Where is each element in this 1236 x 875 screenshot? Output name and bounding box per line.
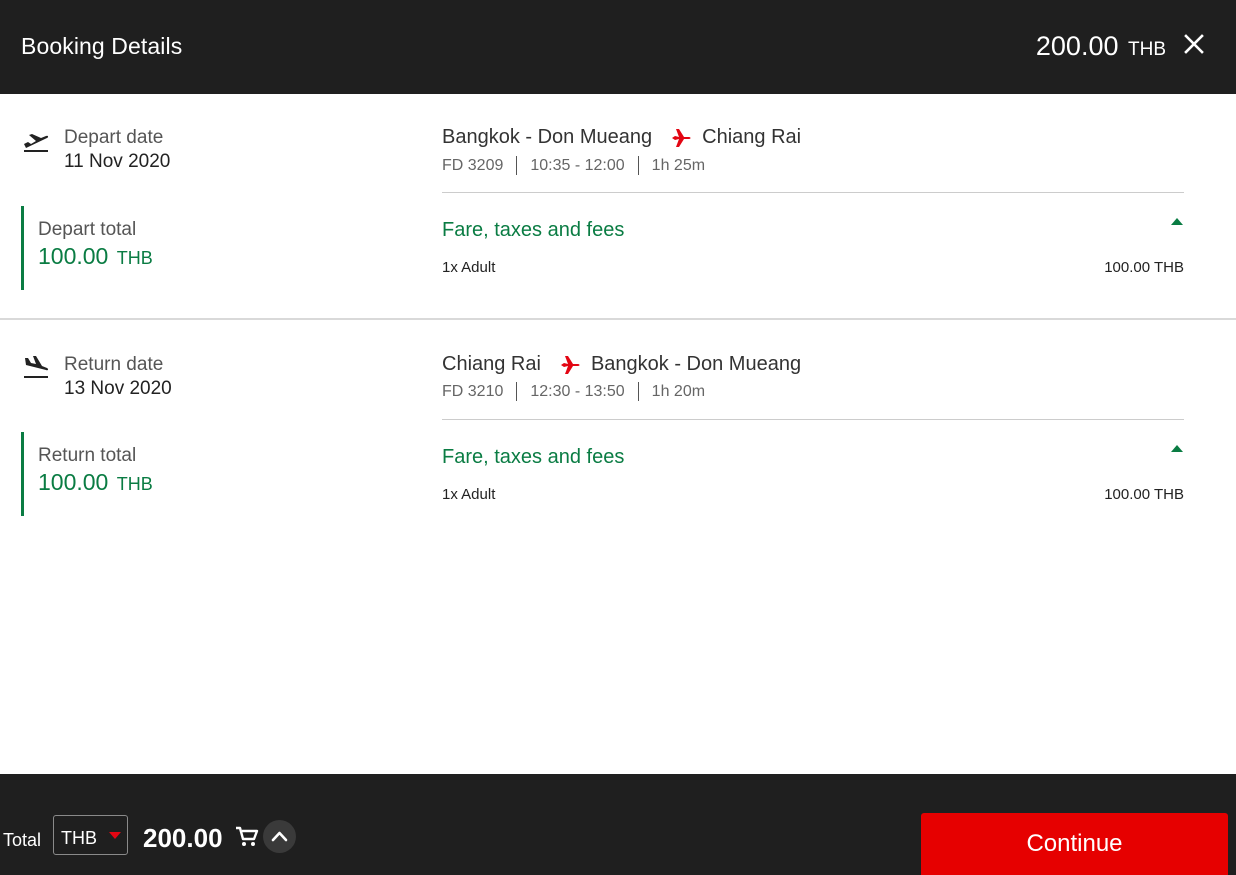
return-total-price: 100.00 THB <box>38 469 153 496</box>
depart-total-label: Depart total <box>38 219 137 240</box>
expand-summary-button[interactable] <box>263 820 296 853</box>
return-origin: Chiang Rai <box>442 353 541 375</box>
currency-select[interactable]: THB <box>53 815 128 855</box>
plane-takeoff-icon <box>24 134 49 152</box>
depart-flight-meta: FD 3209 10:35 - 12:00 1h 25m <box>442 156 705 175</box>
depart-divider <box>442 192 1184 193</box>
depart-flight-times: 10:35 - 12:00 <box>530 156 625 174</box>
meta-separator <box>516 382 518 401</box>
footer-total-amount: 200.00 <box>143 823 223 853</box>
return-section: Return date 13 Nov 2020 Return total 100… <box>0 322 1236 542</box>
return-total-amount: 100.00 <box>38 469 109 495</box>
depart-date-value: 11 Nov 2020 <box>64 151 171 172</box>
depart-section: Depart date 11 Nov 2020 Depart total 100… <box>0 94 1236 320</box>
depart-fare-toggle[interactable]: Fare, taxes and fees <box>442 219 624 242</box>
caret-up-icon[interactable] <box>1171 218 1183 225</box>
return-route: Chiang Rai Bangkok - Don Mueang <box>442 353 801 376</box>
depart-route: Bangkok - Don Mueang Chiang Rai <box>442 126 801 149</box>
return-fare-toggle[interactable]: Fare, taxes and fees <box>442 446 624 469</box>
header-total-amount: 200.00 <box>1035 31 1119 61</box>
continue-button[interactable]: Continue <box>921 813 1228 875</box>
page-title: Booking Details <box>21 33 183 59</box>
depart-destination: Chiang Rai <box>702 126 802 148</box>
return-flight-meta: FD 3210 12:30 - 13:50 1h 20m <box>442 382 705 401</box>
depart-pax-label: 1x Adult <box>442 259 496 276</box>
return-pax-price: 100.00 THB <box>1104 486 1184 503</box>
return-total-label: Return total <box>38 445 137 466</box>
airplane-icon <box>560 355 580 374</box>
return-destination: Bangkok - Don Mueang <box>590 353 802 375</box>
return-total-currency: THB <box>116 474 153 494</box>
depart-date-label: Depart date <box>64 127 164 148</box>
return-date-label: Return date <box>64 354 164 375</box>
depart-flight-duration: 1h 25m <box>651 156 706 174</box>
depart-pax-price: 100.00 THB <box>1104 259 1184 276</box>
caret-up-icon[interactable] <box>1171 445 1183 452</box>
meta-separator <box>637 382 639 401</box>
cart-icon[interactable] <box>235 826 259 848</box>
return-divider <box>442 419 1184 420</box>
depart-total-box: Depart total 100.00 THB <box>21 206 321 290</box>
plane-landing-icon <box>24 356 49 378</box>
return-total-box: Return total 100.00 THB <box>21 432 321 516</box>
depart-total-amount: 100.00 <box>38 243 109 269</box>
close-button[interactable] <box>1182 32 1206 56</box>
return-flight-duration: 1h 20m <box>651 382 706 400</box>
depart-flight-number: FD 3209 <box>442 156 504 174</box>
return-date-value: 13 Nov 2020 <box>64 378 172 399</box>
header-total-price: 200.00 THB <box>1036 31 1166 62</box>
meta-separator <box>637 156 639 175</box>
depart-origin: Bangkok - Don Mueang <box>442 126 653 148</box>
currency-select-value: THB <box>61 828 97 848</box>
airplane-icon <box>672 128 691 147</box>
return-pax-label: 1x Adult <box>442 486 496 503</box>
depart-total-price: 100.00 THB <box>38 243 153 270</box>
return-flight-number: FD 3210 <box>442 382 504 400</box>
chevron-up-icon <box>271 831 288 842</box>
footer-total-label: Total <box>3 830 42 850</box>
return-flight-times: 12:30 - 13:50 <box>530 382 625 400</box>
meta-separator <box>516 156 518 175</box>
footer-bar: Total THB 200.00 Continue <box>0 774 1236 875</box>
header-total-currency: THB <box>1128 39 1166 60</box>
booking-header: Booking Details 200.00 THB <box>0 0 1236 94</box>
close-icon <box>1184 34 1204 54</box>
depart-total-currency: THB <box>116 248 153 268</box>
caret-down-icon <box>109 832 121 839</box>
